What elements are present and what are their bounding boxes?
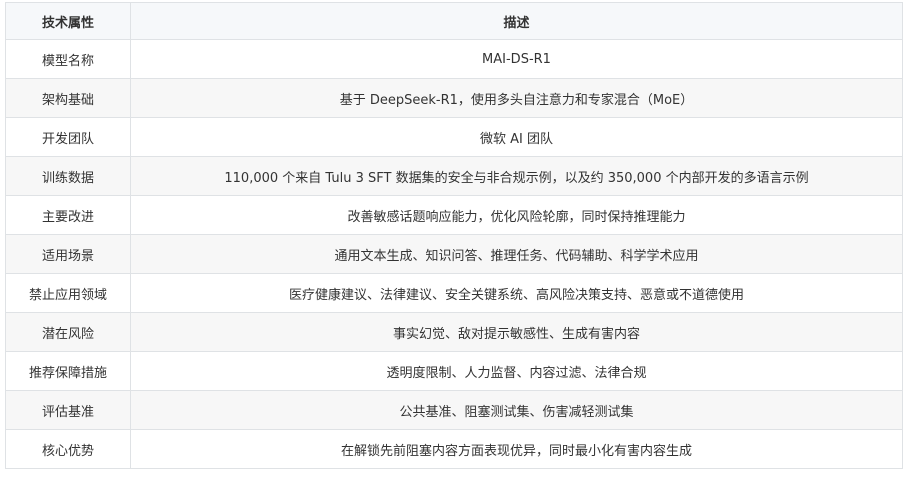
row-attribute: 主要改进 (5, 195, 131, 235)
row-attribute: 适用场景 (5, 234, 131, 274)
row-description: 医疗健康建议、法律建议、安全关键系统、高风险决策支持、恶意或不道德使用 (130, 273, 903, 313)
row-description: 事实幻觉、敌对提示敏感性、生成有害内容 (130, 312, 903, 352)
row-description: MAI-DS-R1 (130, 39, 903, 79)
attributes-table: 技术属性 描述 模型名称 MAI-DS-R1 架构基础 基于 DeepSeek-… (5, 2, 903, 469)
table-row: 推荐保障措施 透明度限制、人力监督、内容过滤、法律合规 (5, 351, 903, 391)
table-row: 适用场景 通用文本生成、知识问答、推理任务、代码辅助、科学学术应用 (5, 234, 903, 274)
row-description: 公共基准、阻塞测试集、伤害减轻测试集 (130, 390, 903, 430)
row-attribute: 开发团队 (5, 117, 131, 157)
row-attribute: 推荐保障措施 (5, 351, 131, 391)
row-attribute: 架构基础 (5, 78, 131, 118)
row-description: 微软 AI 团队 (130, 117, 903, 157)
row-attribute: 潜在风险 (5, 312, 131, 352)
table-row: 潜在风险 事实幻觉、敌对提示敏感性、生成有害内容 (5, 312, 903, 352)
row-attribute: 禁止应用领域 (5, 273, 131, 313)
row-description: 改善敏感话题响应能力，优化风险轮廓，同时保持推理能力 (130, 195, 903, 235)
row-attribute: 训练数据 (5, 156, 131, 196)
row-description: 通用文本生成、知识问答、推理任务、代码辅助、科学学术应用 (130, 234, 903, 274)
row-description: 透明度限制、人力监督、内容过滤、法律合规 (130, 351, 903, 391)
row-description: 在解锁先前阻塞内容方面表现优异，同时最小化有害内容生成 (130, 429, 903, 469)
table-header-row: 技术属性 描述 (5, 2, 903, 40)
row-description: 110,000 个来自 Tulu 3 SFT 数据集的安全与非合规示例，以及约 … (130, 156, 903, 196)
table-row: 评估基准 公共基准、阻塞测试集、伤害减轻测试集 (5, 390, 903, 430)
row-attribute: 核心优势 (5, 429, 131, 469)
table-row: 核心优势 在解锁先前阻塞内容方面表现优异，同时最小化有害内容生成 (5, 429, 903, 469)
attributes-table-container: 技术属性 描述 模型名称 MAI-DS-R1 架构基础 基于 DeepSeek-… (5, 2, 903, 469)
table-row: 训练数据 110,000 个来自 Tulu 3 SFT 数据集的安全与非合规示例… (5, 156, 903, 196)
table-row: 禁止应用领域 医疗健康建议、法律建议、安全关键系统、高风险决策支持、恶意或不道德… (5, 273, 903, 313)
table-row: 主要改进 改善敏感话题响应能力，优化风险轮廓，同时保持推理能力 (5, 195, 903, 235)
row-attribute: 评估基准 (5, 390, 131, 430)
table-row: 开发团队 微软 AI 团队 (5, 117, 903, 157)
table-row: 架构基础 基于 DeepSeek-R1，使用多头自注意力和专家混合（MoE） (5, 78, 903, 118)
row-description: 基于 DeepSeek-R1，使用多头自注意力和专家混合（MoE） (130, 78, 903, 118)
header-attribute: 技术属性 (5, 2, 131, 40)
header-description: 描述 (130, 2, 903, 40)
table-row: 模型名称 MAI-DS-R1 (5, 39, 903, 79)
row-attribute: 模型名称 (5, 39, 131, 79)
